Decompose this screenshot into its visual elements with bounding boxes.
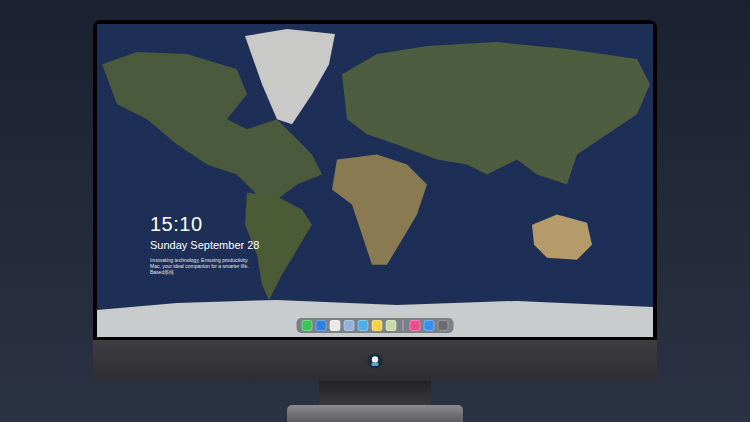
stand-base (287, 405, 463, 422)
monitor-chin (93, 340, 657, 381)
app-icon[interactable] (386, 320, 397, 331)
dock-group (400, 320, 449, 331)
page: 15:10 Sunday September 28 Innovating techn… (0, 0, 750, 422)
tagline: Innovating technology, Ensuring producti… (150, 257, 260, 275)
dock (297, 318, 454, 333)
app-icon[interactable] (302, 320, 313, 331)
dock-group (302, 320, 397, 331)
app-icon[interactable] (330, 320, 341, 331)
app-icon[interactable] (438, 320, 449, 331)
app-icon[interactable] (316, 320, 327, 331)
app-icon[interactable] (424, 320, 435, 331)
date: Sunday September 28 (150, 238, 260, 252)
screen-bezel: 15:10 Sunday September 28 Innovating techn… (93, 20, 657, 340)
app-icon[interactable] (372, 320, 383, 331)
screen: 15:10 Sunday September 28 Innovating techn… (97, 24, 653, 337)
app-icon[interactable] (358, 320, 369, 331)
app-icon[interactable] (410, 320, 421, 331)
monitor: 15:10 Sunday September 28 Innovating techn… (93, 20, 657, 381)
world-map-wallpaper (97, 24, 653, 337)
dock-separator (403, 320, 404, 331)
stand-neck (319, 381, 431, 405)
monitor-stand (287, 381, 463, 422)
lock-clock: 15:10 Sunday September 28 Innovating techn… (150, 212, 260, 275)
app-icon[interactable] (344, 320, 355, 331)
time: 15:10 (150, 212, 260, 236)
logo-icon (367, 353, 383, 369)
